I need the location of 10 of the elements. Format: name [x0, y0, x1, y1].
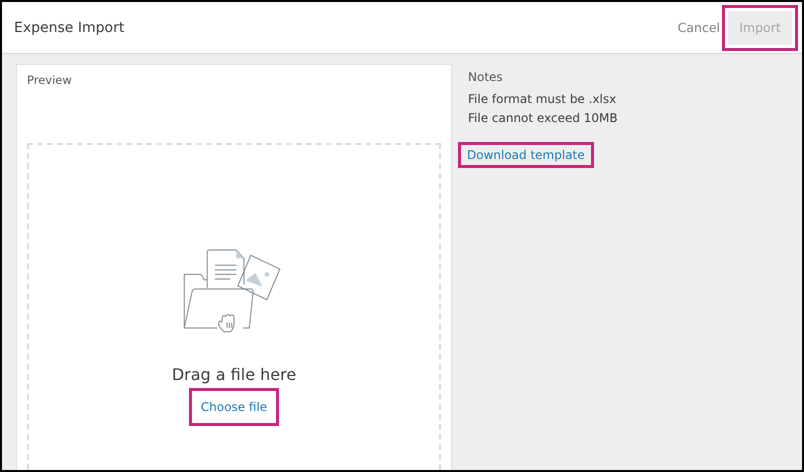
window-title: Expense Import: [14, 20, 126, 36]
dropzone[interactable]: Drag a file here Choose file: [27, 143, 441, 470]
dropzone-prompt: Drag a file here: [172, 365, 296, 384]
note-text: File cannot exceed 10MB: [468, 110, 618, 127]
choose-file-link[interactable]: Choose file: [194, 394, 274, 420]
note-text: File format must be .xlsx: [468, 91, 618, 108]
download-template-link[interactable]: Download template: [464, 148, 588, 162]
card-title: Preview: [27, 73, 73, 87]
cancel-button[interactable]: Cancel: [676, 20, 722, 35]
notes-title: Notes: [468, 70, 504, 84]
